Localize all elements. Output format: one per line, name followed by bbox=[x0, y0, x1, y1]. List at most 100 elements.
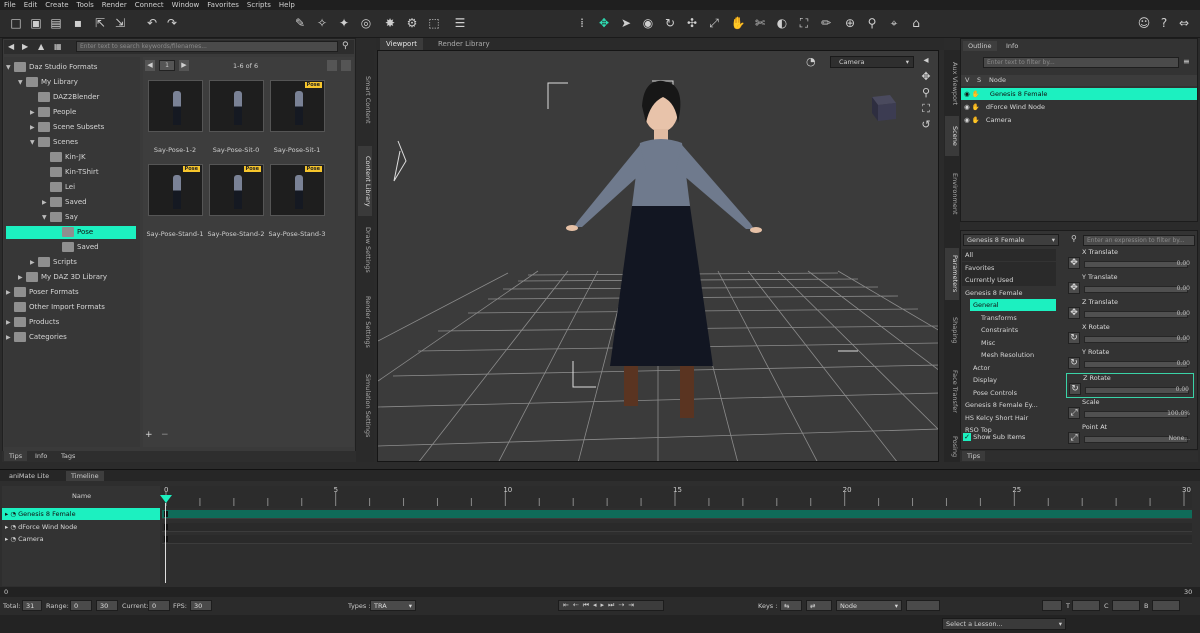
node-select[interactable]: Genesis 8 Female ▾ bbox=[963, 234, 1059, 246]
tree-item[interactable]: Kin-TShirt bbox=[42, 166, 99, 179]
pose-icon[interactable]: ⌂ bbox=[908, 15, 924, 31]
t-field[interactable] bbox=[1072, 600, 1100, 611]
param-group-item[interactable]: Mesh Resolution bbox=[978, 349, 1056, 361]
visibility-icon[interactable]: ◉ ✋ bbox=[961, 103, 982, 111]
scene-node-row[interactable]: ◉ ✋ Genesis 8 Female bbox=[961, 88, 1197, 100]
range-start-field[interactable]: 0 bbox=[70, 600, 92, 611]
camera-tool-icon[interactable]: ⌖ bbox=[886, 15, 902, 31]
list-view-icon[interactable] bbox=[341, 60, 351, 71]
save-icon[interactable]: ▪ bbox=[70, 15, 86, 31]
rotate-icon[interactable]: ↻ bbox=[1068, 357, 1080, 369]
tree-item[interactable]: Kin-JK bbox=[42, 151, 86, 164]
checkbox-icon[interactable]: ✓ bbox=[963, 433, 971, 441]
playhead-marker[interactable] bbox=[160, 495, 172, 503]
tab-posing[interactable]: Posing bbox=[945, 432, 959, 462]
page-prev-icon[interactable]: ◀ bbox=[145, 60, 155, 71]
joint-editor-icon[interactable]: ⁞ bbox=[574, 15, 590, 31]
param-search-icon[interactable]: ⚲ bbox=[1071, 234, 1077, 243]
region-render-icon[interactable]: ⬚ bbox=[426, 15, 442, 31]
timeline-track-name[interactable]: ▸ ◔ dForce Wind Node bbox=[2, 521, 160, 533]
scene-node-row[interactable]: ◉ ✋ dForce Wind Node bbox=[961, 101, 1197, 113]
translate-icon[interactable]: ✥ bbox=[1068, 282, 1080, 294]
geometry-editor-icon[interactable]: ✄ bbox=[752, 15, 768, 31]
show-sub-items[interactable]: ✓ Show Sub Items bbox=[963, 433, 1025, 441]
rotate-icon[interactable]: ↻ bbox=[662, 15, 678, 31]
universal-tool-icon[interactable]: ✥ bbox=[596, 15, 612, 31]
tree-item[interactable]: ▶ Poser Formats bbox=[6, 286, 79, 299]
tab-smart-content[interactable]: Smart Content bbox=[358, 70, 372, 130]
scale-icon[interactable]: ⤢ bbox=[1068, 432, 1080, 444]
timeline-track-lane[interactable] bbox=[162, 522, 1192, 532]
add-icon[interactable]: + bbox=[145, 430, 153, 440]
hide-viewport-icon[interactable]: ◂ bbox=[916, 53, 936, 69]
property-slider[interactable]: Z Rotate ↻ 0.00 bbox=[1066, 373, 1194, 398]
tab-draw-settings[interactable]: Draw Settings bbox=[358, 220, 372, 280]
3d-viewport[interactable]: ◔ Camera ▾ bbox=[377, 50, 939, 462]
property-slider[interactable]: Y Rotate ↻ 0.00 bbox=[1066, 348, 1194, 373]
thumbnail[interactable]: Pose bbox=[209, 164, 264, 216]
tree-item[interactable]: ▶ Categories bbox=[6, 331, 67, 344]
expand-arrow-icon[interactable]: ▼ bbox=[18, 76, 26, 89]
scale-icon[interactable]: ⤢ bbox=[706, 15, 722, 31]
tab-viewport[interactable]: Viewport bbox=[380, 38, 423, 50]
timeline-track-lane[interactable] bbox=[162, 510, 1192, 519]
expand-arrow-icon[interactable]: ▶ bbox=[42, 196, 50, 209]
param-group-item[interactable]: Transforms bbox=[978, 312, 1056, 324]
expand-arrow-icon[interactable]: ▶ bbox=[6, 286, 14, 299]
expand-arrow-icon[interactable]: ▼ bbox=[42, 211, 50, 224]
panel-layout-icon[interactable]: ☰ bbox=[452, 15, 468, 31]
zoom-icon[interactable]: ⚲ bbox=[916, 85, 936, 101]
current-frame-field[interactable]: 0 bbox=[148, 600, 170, 611]
property-track[interactable] bbox=[1084, 336, 1188, 343]
scene-menu-icon[interactable]: ≡ bbox=[1183, 57, 1190, 66]
property-track[interactable] bbox=[1084, 311, 1188, 318]
surface-selection-icon[interactable]: ◉ bbox=[640, 15, 656, 31]
spot-render-icon[interactable]: ⛶ bbox=[796, 15, 812, 31]
timeline-track-name[interactable]: ▸ ◔ Camera bbox=[2, 533, 160, 545]
param-group-item[interactable]: Currently Used bbox=[962, 274, 1056, 286]
scrub-bar[interactable]: 0 30 bbox=[0, 587, 1200, 597]
export-icon[interactable]: ⇲ bbox=[112, 15, 128, 31]
property-track[interactable] bbox=[1084, 261, 1188, 268]
translate-icon[interactable]: ✥ bbox=[1068, 307, 1080, 319]
tab-face-transfer[interactable]: Face Transfer bbox=[945, 362, 959, 420]
surface-tool-icon[interactable]: ◐ bbox=[774, 15, 790, 31]
b-field[interactable] bbox=[1152, 600, 1180, 611]
rotate-icon[interactable]: ↻ bbox=[1069, 383, 1081, 395]
page-next-icon[interactable]: ▶ bbox=[179, 60, 189, 71]
orbit-icon[interactable]: ↺ bbox=[916, 117, 936, 133]
tree-item[interactable]: ▶ Saved bbox=[42, 196, 87, 209]
c-field[interactable] bbox=[1112, 600, 1140, 611]
param-group-item[interactable]: All bbox=[962, 249, 1056, 261]
tab-tips[interactable]: Tips bbox=[4, 451, 28, 461]
tree-item[interactable]: ▼ Daz Studio Formats bbox=[6, 61, 97, 74]
tab-parameters[interactable]: Parameters bbox=[945, 248, 959, 300]
scale-icon[interactable]: ⤢ bbox=[1068, 407, 1080, 419]
property-slider[interactable]: Z Translate ✥ 0.00 bbox=[1066, 298, 1194, 323]
tab-tags[interactable]: Tags bbox=[56, 451, 80, 461]
tab-info[interactable]: Info bbox=[30, 451, 52, 461]
property-slider[interactable]: X Rotate ↻ 0.00 bbox=[1066, 323, 1194, 348]
rigging-icon[interactable]: ⚲ bbox=[864, 15, 880, 31]
menu-scripts[interactable]: Scripts bbox=[247, 1, 271, 9]
tab-shaping[interactable]: Shaping bbox=[945, 312, 959, 348]
scene-node-row[interactable]: ◉ ✋ Camera bbox=[961, 114, 1197, 126]
tab-timeline[interactable]: Timeline bbox=[66, 471, 104, 481]
up-icon[interactable]: ▲ bbox=[38, 42, 44, 51]
help-icon[interactable]: ? bbox=[1156, 15, 1172, 31]
param-group-item[interactable]: General bbox=[970, 299, 1056, 311]
expand-arrow-icon[interactable]: ▼ bbox=[6, 61, 14, 74]
tab-environment[interactable]: Environment bbox=[945, 166, 959, 222]
playback-controls[interactable]: ⇤⇠⏮◂▸⏭⇢⇥ bbox=[558, 600, 664, 611]
tree-item[interactable]: Other Import Formats bbox=[6, 301, 105, 314]
node-properties-icon[interactable]: ⊕ bbox=[842, 15, 858, 31]
pointlight-icon[interactable]: ✦ bbox=[336, 15, 352, 31]
menu-file[interactable]: File bbox=[4, 1, 16, 9]
expand-arrow-icon[interactable]: ▶ bbox=[30, 106, 38, 119]
property-value[interactable]: 0.00 bbox=[1176, 386, 1189, 393]
tab-scene[interactable]: Scene bbox=[945, 116, 959, 156]
view-cube[interactable] bbox=[866, 89, 898, 123]
tab-right-tips[interactable]: Tips bbox=[962, 451, 986, 461]
thumbnail[interactable] bbox=[209, 80, 264, 132]
tree-item[interactable]: ▼ Scenes bbox=[30, 136, 78, 149]
